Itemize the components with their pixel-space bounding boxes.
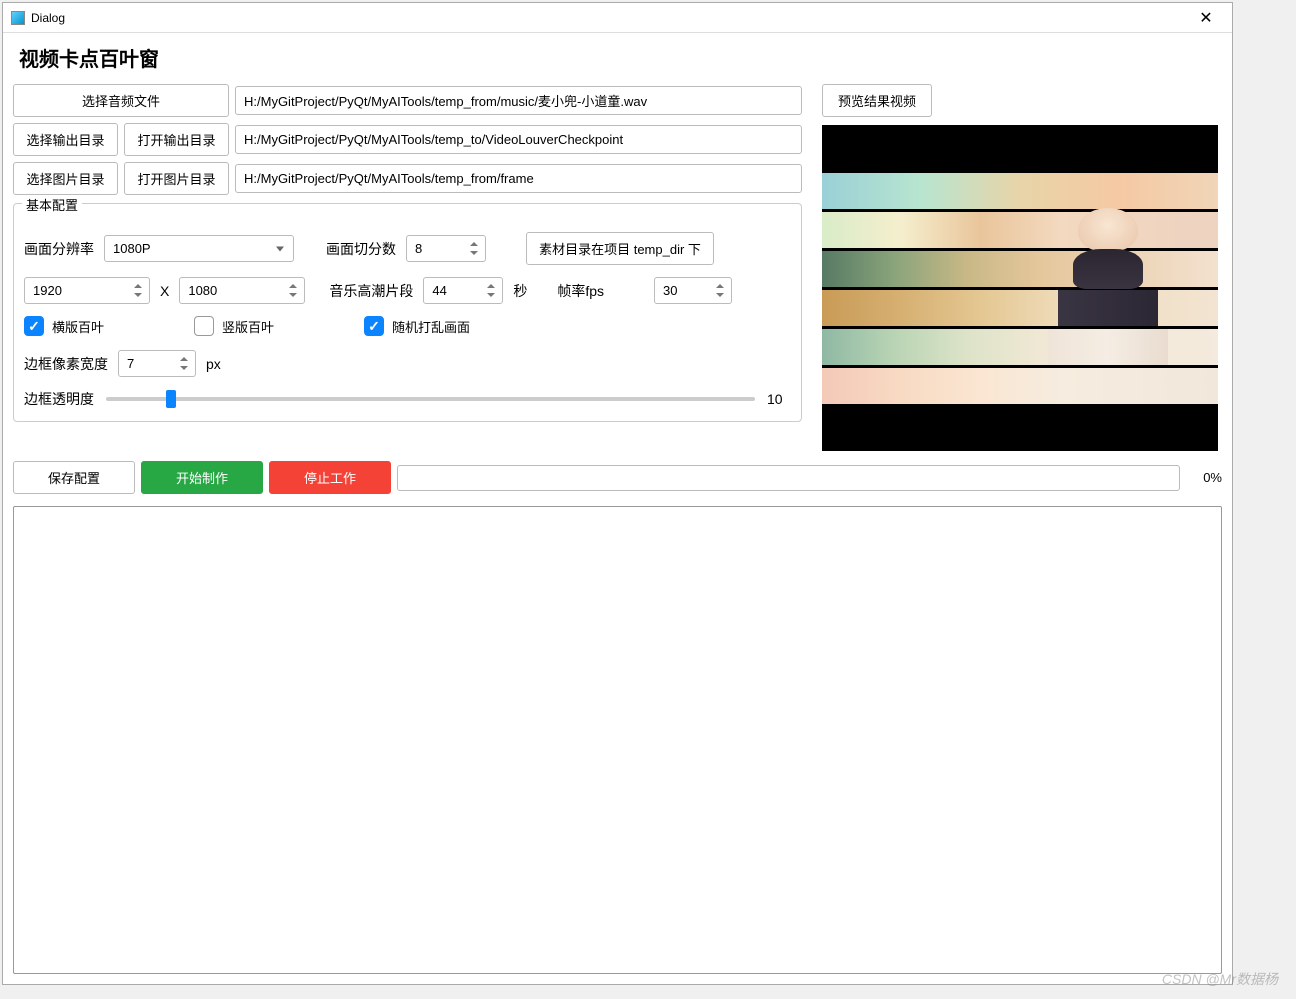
row-border-opacity: 边框透明度 10 <box>24 389 791 409</box>
resolution-combo[interactable]: 1080P <box>104 235 294 262</box>
log-textarea[interactable] <box>13 506 1222 974</box>
material-hint-button[interactable]: 素材目录在项目 temp_dir 下 <box>526 232 714 265</box>
seconds-label: 秒 <box>513 281 527 301</box>
row-output: 选择输出目录 打开输出目录 <box>13 123 802 156</box>
slider-thumb[interactable] <box>166 390 176 408</box>
start-button[interactable]: 开始制作 <box>141 461 263 494</box>
right-column: 预览结果视频 <box>822 84 1222 451</box>
row-images: 选择图片目录 打开图片目录 <box>13 162 802 195</box>
row-audio: 选择音频文件 <box>13 84 802 117</box>
group-title: 基本配置 <box>22 195 82 214</box>
open-image-dir-button[interactable]: 打开图片目录 <box>124 162 229 195</box>
preview-strip <box>822 290 1218 326</box>
output-path-input[interactable] <box>235 125 802 154</box>
dialog-window: Dialog ✕ 视频卡点百叶窗 选择音频文件 选择输出目录 打开输出目录 选择… <box>2 2 1233 985</box>
climax-label: 音乐高潮片段 <box>329 281 413 301</box>
shuffle-checkbox[interactable]: 随机打乱画面 <box>364 316 470 336</box>
action-row: 保存配置 开始制作 停止工作 0% <box>13 461 1222 494</box>
border-width-label: 边框像素宽度 <box>24 354 108 374</box>
preview-strip <box>822 251 1218 287</box>
opacity-slider[interactable] <box>106 390 755 408</box>
open-output-dir-button[interactable]: 打开输出目录 <box>124 123 229 156</box>
row-res: 画面分辨率 1080P 画面切分数 8 素材目录在项目 temp_dir 下 <box>24 232 791 265</box>
preview-button-wrap: 预览结果视频 <box>822 84 1222 117</box>
opacity-value: 10 <box>767 391 791 407</box>
select-output-dir-button[interactable]: 选择输出目录 <box>13 123 118 156</box>
top-grid: 选择音频文件 选择输出目录 打开输出目录 选择图片目录 打开图片目录 基本配置 <box>13 84 1222 451</box>
page-title: 视频卡点百叶窗 <box>19 43 1222 72</box>
preview-strip <box>822 329 1218 365</box>
check-icon <box>194 316 214 336</box>
width-spin[interactable]: 1920 <box>24 277 150 304</box>
preview-pane <box>822 125 1218 451</box>
border-opacity-label: 边框透明度 <box>24 389 94 409</box>
row-dims: 1920 X 1080 音乐高潮片段 44 秒 帧率fps 30 <box>24 277 791 304</box>
app-icon <box>11 11 25 25</box>
content: 视频卡点百叶窗 选择音频文件 选择输出目录 打开输出目录 选择图片目录 打开图片… <box>3 33 1232 984</box>
shuffle-label: 随机打乱画面 <box>392 317 470 336</box>
window-title: Dialog <box>31 11 65 25</box>
audio-path-input[interactable] <box>235 86 802 115</box>
save-config-button[interactable]: 保存配置 <box>13 461 135 494</box>
basic-config-group: 基本配置 画面分辨率 1080P 画面切分数 8 素材目录在项目 temp_di… <box>13 203 802 422</box>
watermark: CSDN @Mr数据杨 <box>1162 969 1278 989</box>
preview-result-button[interactable]: 预览结果视频 <box>822 84 932 117</box>
check-icon <box>364 316 384 336</box>
vertical-checkbox[interactable]: 竖版百叶 <box>194 316 274 336</box>
left-column: 选择音频文件 选择输出目录 打开输出目录 选择图片目录 打开图片目录 基本配置 <box>13 84 802 451</box>
horizontal-checkbox[interactable]: 横版百叶 <box>24 316 104 336</box>
border-width-spin[interactable]: 7 <box>118 350 196 377</box>
slices-label: 画面切分数 <box>326 239 396 259</box>
height-spin[interactable]: 1080 <box>179 277 305 304</box>
progress-bar <box>397 465 1180 491</box>
row-checks: 横版百叶 竖版百叶 随机打乱画面 <box>24 316 791 336</box>
horizontal-label: 横版百叶 <box>52 317 104 336</box>
row-border-width: 边框像素宽度 7 px <box>24 350 791 377</box>
titlebar-left: Dialog <box>11 11 65 25</box>
select-audio-button[interactable]: 选择音频文件 <box>13 84 229 117</box>
resolution-label: 画面分辨率 <box>24 239 94 259</box>
check-icon <box>24 316 44 336</box>
slider-track <box>106 397 755 401</box>
climax-spin[interactable]: 44 <box>423 277 503 304</box>
progress-percent: 0% <box>1186 470 1222 485</box>
select-image-dir-button[interactable]: 选择图片目录 <box>13 162 118 195</box>
fps-label: 帧率fps <box>557 281 604 301</box>
fps-spin[interactable]: 30 <box>654 277 732 304</box>
preview-strip <box>822 173 1218 209</box>
preview-strip <box>822 212 1218 248</box>
slices-spin[interactable]: 8 <box>406 235 486 262</box>
vertical-label: 竖版百叶 <box>222 317 274 336</box>
stop-button[interactable]: 停止工作 <box>269 461 391 494</box>
preview-strip <box>822 368 1218 404</box>
px-label: px <box>206 356 221 372</box>
x-label: X <box>160 283 169 299</box>
image-path-input[interactable] <box>235 164 802 193</box>
close-icon[interactable]: ✕ <box>1188 4 1224 32</box>
titlebar: Dialog ✕ <box>3 3 1232 33</box>
